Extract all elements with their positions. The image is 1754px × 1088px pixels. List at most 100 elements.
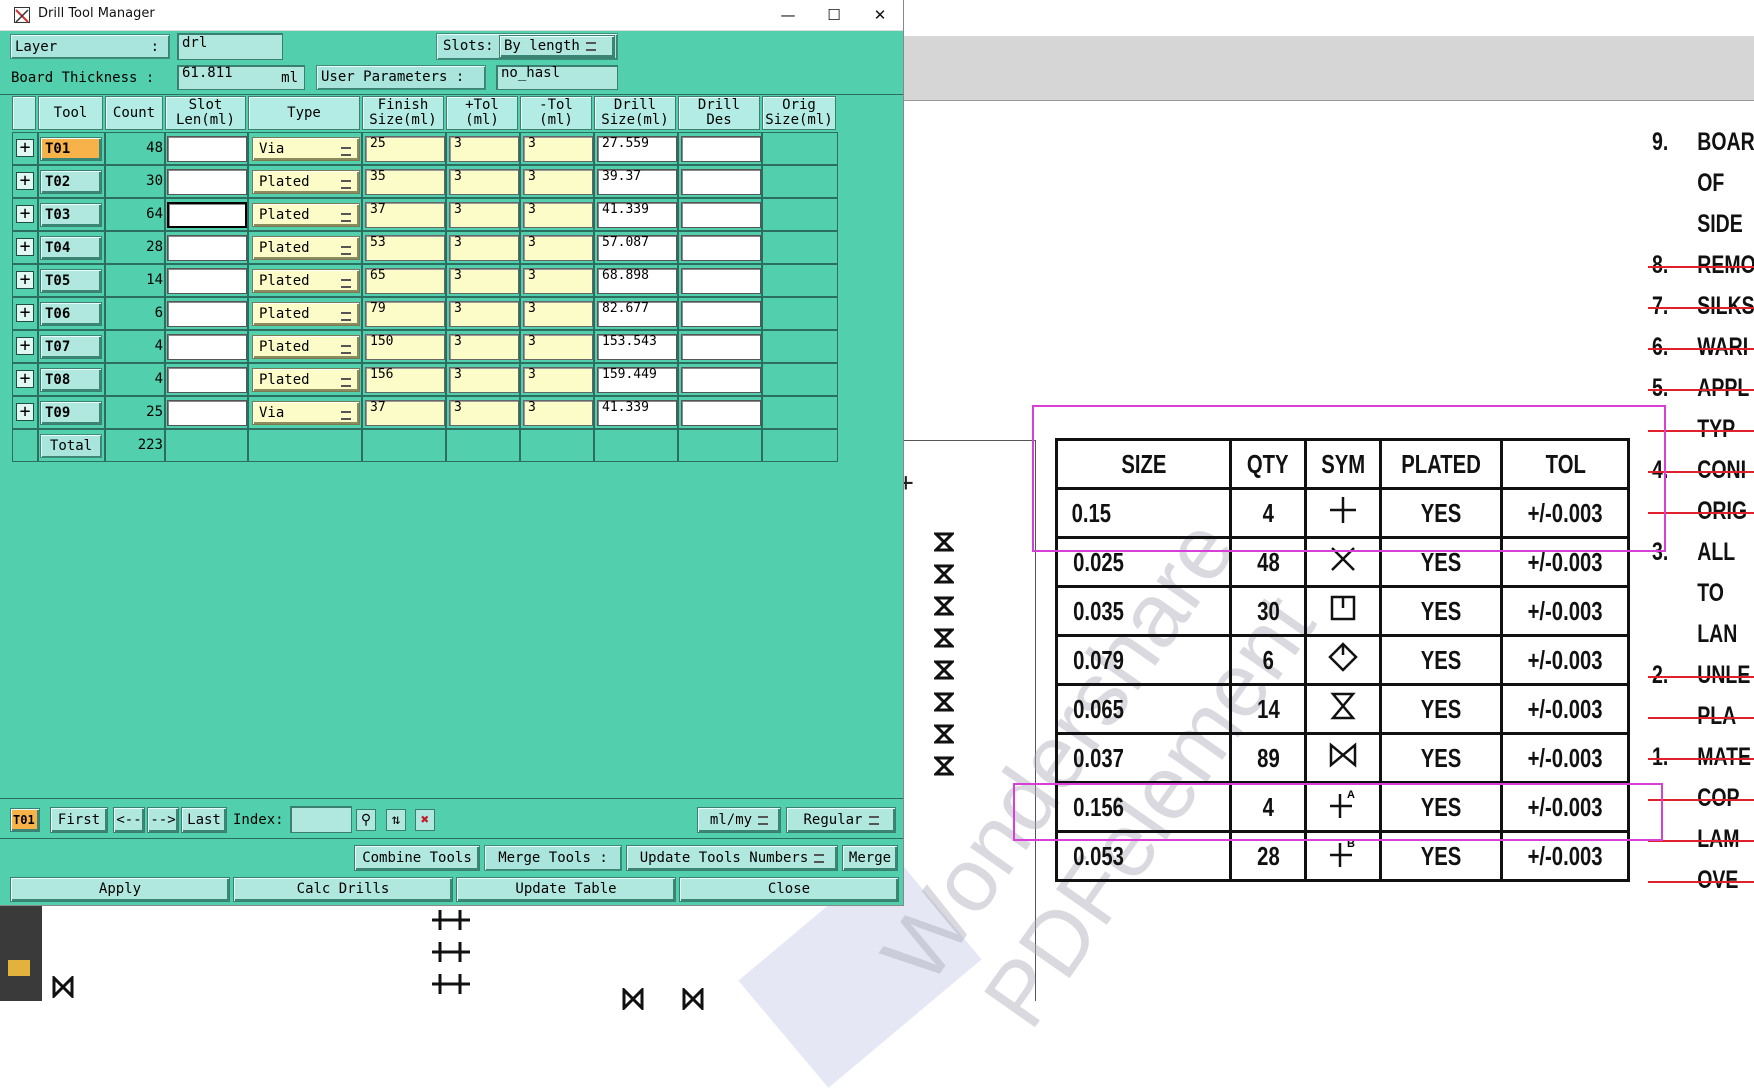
close-button[interactable]: Close [679,877,899,902]
slot-length-field[interactable] [167,268,247,294]
minus-tol-field[interactable]: 3 [523,202,593,228]
drill-des-field[interactable] [681,400,761,426]
finish-size-field[interactable]: 37 [365,202,445,228]
drill-size-field[interactable]: 68.898 [597,268,677,294]
tool-name[interactable]: T05 [40,269,102,293]
drill-size-field[interactable]: 82.677 [597,301,677,327]
calc-drills-button[interactable]: Calc Drills [233,877,453,902]
title-bar[interactable]: Drill Tool Manager — ☐ ✕ [0,0,903,31]
next-button[interactable]: --> [147,807,179,833]
board-thickness-field[interactable]: 61.811 ml [177,65,305,90]
plus-tol-field[interactable]: 3 [449,301,519,327]
type-dropdown[interactable]: Plated [252,203,360,227]
finish-size-field[interactable]: 65 [365,268,445,294]
type-dropdown[interactable]: Plated [252,269,360,293]
drill-size-field[interactable]: 159.449 [597,367,677,393]
drill-size-field[interactable]: 27.559 [597,136,677,162]
finish-size-field[interactable]: 150 [365,334,445,360]
sort-tool-icon[interactable]: ⇅ [386,809,406,831]
slot-length-field[interactable] [167,334,247,360]
merge-button[interactable]: Merge [842,845,898,871]
drill-size-field[interactable]: 57.087 [597,235,677,261]
expand-row-icon[interactable]: + [16,403,34,421]
slot-length-field[interactable] [167,169,247,195]
drill-size-field[interactable]: 39.37 [597,169,677,195]
close-window-button[interactable]: ✕ [857,0,903,30]
combine-tools-button[interactable]: Combine Tools [354,845,480,871]
drill-size-field[interactable]: 153.543 [597,334,677,360]
slot-length-field[interactable] [167,301,247,327]
expand-row-icon[interactable]: + [16,370,34,388]
finish-size-field[interactable]: 79 [365,301,445,327]
update-tools-numbers-dropdown[interactable]: Update Tools Numbers [626,845,838,871]
minus-tol-field[interactable]: 3 [523,136,593,162]
plus-tol-field[interactable]: 3 [449,334,519,360]
drill-size-field[interactable]: 41.339 [597,202,677,228]
slot-length-field[interactable] [167,202,247,228]
drill-des-field[interactable] [681,334,761,360]
expand-row-icon[interactable]: + [16,337,34,355]
minus-tol-field[interactable]: 3 [523,169,593,195]
units-dropdown[interactable]: ml/my [697,807,781,833]
maximize-button[interactable]: ☐ [811,0,857,30]
minus-tol-field[interactable]: 3 [523,268,593,294]
drill-des-field[interactable] [681,169,761,195]
update-table-button[interactable]: Update Table [456,877,676,902]
plus-tol-field[interactable]: 3 [449,202,519,228]
type-dropdown[interactable]: Plated [252,236,360,260]
tool-name[interactable]: T09 [40,401,102,425]
expand-row-icon[interactable]: + [16,205,34,223]
apply-button[interactable]: Apply [10,877,230,902]
plus-tol-field[interactable]: 3 [449,235,519,261]
plus-tol-field[interactable]: 3 [449,169,519,195]
drill-des-field[interactable] [681,301,761,327]
type-dropdown[interactable]: Plated [252,170,360,194]
tool-name[interactable]: T04 [40,236,102,260]
search-tool-icon[interactable]: ⚲ [356,809,376,831]
drill-size-field[interactable]: 41.339 [597,400,677,426]
drill-des-field[interactable] [681,268,761,294]
drill-des-field[interactable] [681,235,761,261]
minus-tol-field[interactable]: 3 [523,367,593,393]
last-button[interactable]: Last [181,807,227,833]
slots-dropdown[interactable]: By length [499,35,615,58]
type-dropdown[interactable]: Via [252,401,360,425]
plus-tol-field[interactable]: 3 [449,367,519,393]
tool-name[interactable]: T07 [40,335,102,359]
expand-row-icon[interactable]: + [16,238,34,256]
user-parameters-field[interactable]: no_hasl [496,65,618,90]
finish-size-field[interactable]: 25 [365,136,445,162]
finish-size-field[interactable]: 156 [365,367,445,393]
expand-row-icon[interactable]: + [16,271,34,289]
plus-tol-field[interactable]: 3 [449,268,519,294]
minus-tol-field[interactable]: 3 [523,235,593,261]
delete-tool-icon[interactable]: ✖ [415,809,435,831]
tool-name[interactable]: T06 [40,302,102,326]
expand-row-icon[interactable]: + [16,139,34,157]
minus-tol-field[interactable]: 3 [523,301,593,327]
index-field[interactable] [290,806,352,833]
tool-name[interactable]: T03 [40,203,102,227]
expand-row-icon[interactable]: + [16,172,34,190]
first-button[interactable]: First [50,807,108,833]
type-dropdown[interactable]: Via [252,137,360,161]
drill-des-field[interactable] [681,367,761,393]
finish-size-field[interactable]: 35 [365,169,445,195]
layer-field[interactable]: drl [177,33,283,60]
drill-des-field[interactable] [681,136,761,162]
type-dropdown[interactable]: Plated [252,335,360,359]
type-dropdown[interactable]: Plated [252,302,360,326]
drill-des-field[interactable] [681,202,761,228]
minimize-button[interactable]: — [765,0,811,30]
minus-tol-field[interactable]: 3 [523,400,593,426]
minus-tol-field[interactable]: 3 [523,334,593,360]
slot-length-field[interactable] [167,367,247,393]
slot-length-field[interactable] [167,136,247,162]
plus-tol-field[interactable]: 3 [449,136,519,162]
tool-name[interactable]: T01 [40,137,102,161]
tool-name[interactable]: T02 [40,170,102,194]
plus-tol-field[interactable]: 3 [449,400,519,426]
type-dropdown[interactable]: Plated [252,368,360,392]
finish-size-field[interactable]: 37 [365,400,445,426]
finish-size-field[interactable]: 53 [365,235,445,261]
